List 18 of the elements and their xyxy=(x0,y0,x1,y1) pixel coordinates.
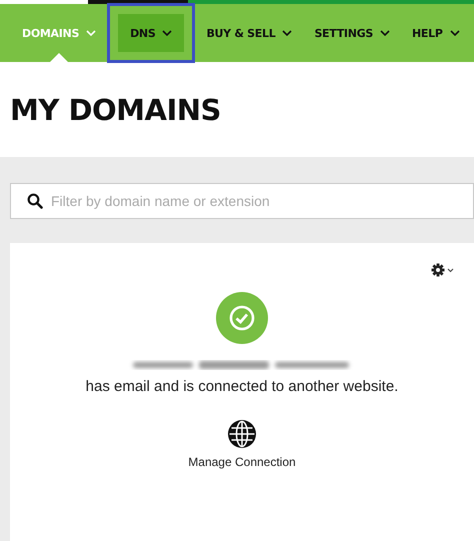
caret-icon xyxy=(162,30,172,36)
check-circle-icon xyxy=(216,292,268,344)
globe-icon xyxy=(226,419,257,449)
nav-tab[interactable]: SETTINGS xyxy=(304,14,400,52)
caret-icon xyxy=(380,30,390,36)
caret-icon xyxy=(450,30,460,36)
page-title: MY DOMAINS xyxy=(10,92,221,126)
search-field[interactable]: Filter by domain name or extension xyxy=(10,183,474,219)
manage-connection-button[interactable]: Manage Connection xyxy=(188,419,296,469)
settings-button[interactable] xyxy=(431,263,454,277)
nav-tab[interactable]: DNS xyxy=(118,14,184,52)
caret-icon xyxy=(282,30,292,36)
status-text: has email and is connected to another website. xyxy=(86,378,398,395)
caret-icon xyxy=(447,268,454,272)
caret-icon xyxy=(86,30,96,36)
nav-tab[interactable]: BUY & SELL xyxy=(196,14,302,52)
nav-tab[interactable]: HELP xyxy=(402,14,470,52)
settings-icon xyxy=(431,263,445,277)
